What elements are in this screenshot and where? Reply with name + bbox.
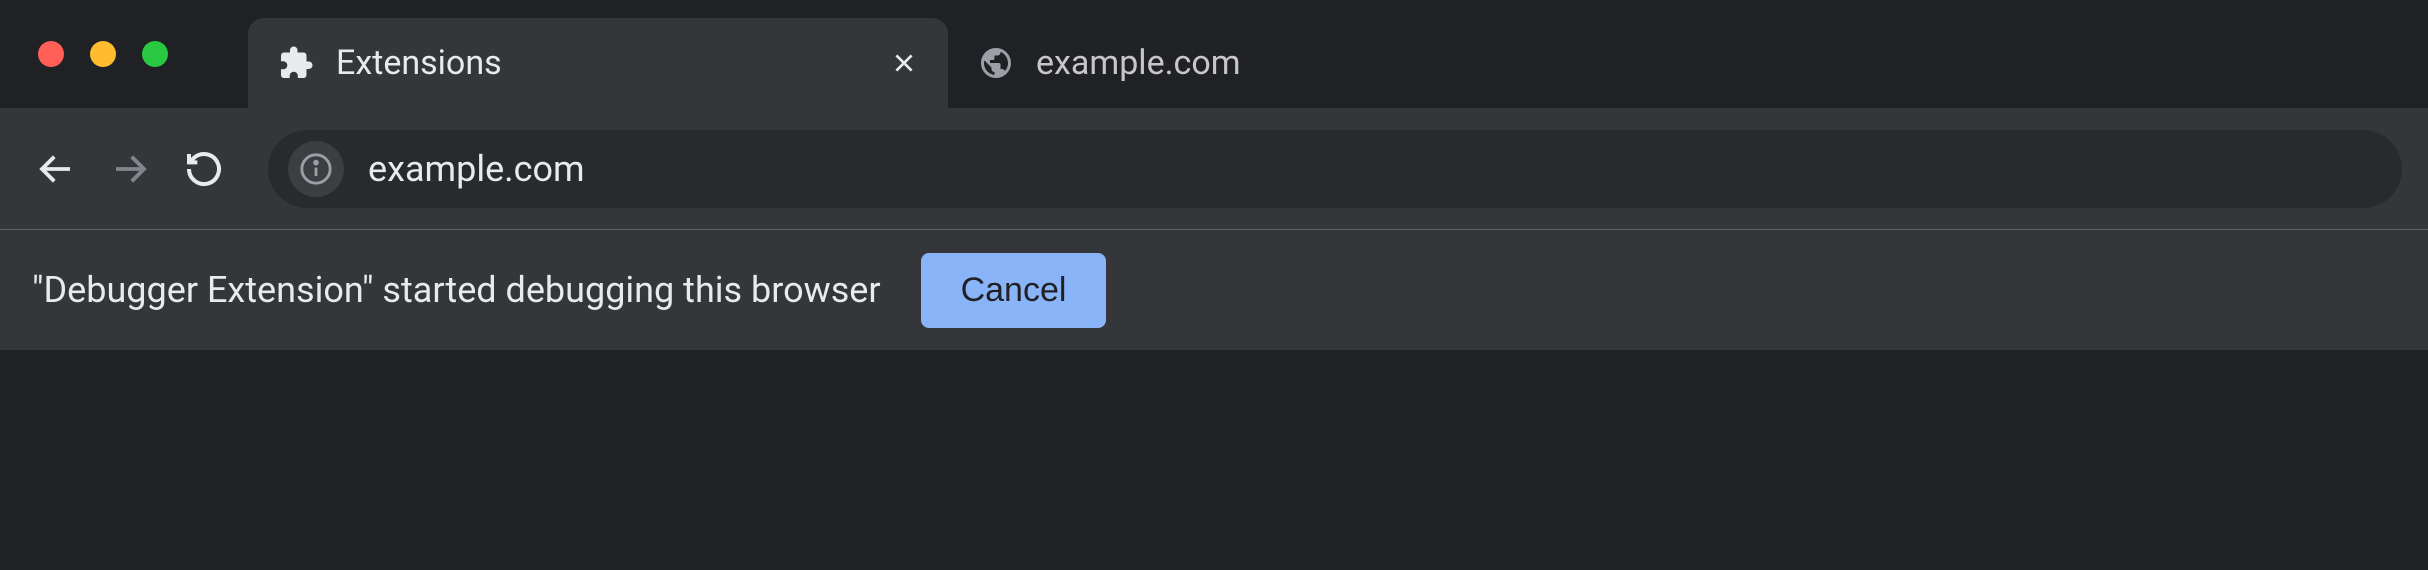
infobar-message: "Debugger Extension" started debugging t… <box>32 269 881 311</box>
tab-example[interactable]: example.com <box>948 18 1271 108</box>
cancel-button[interactable]: Cancel <box>921 253 1107 328</box>
site-info-icon[interactable] <box>288 141 344 197</box>
address-bar[interactable]: example.com <box>268 130 2402 208</box>
extension-icon <box>278 45 314 81</box>
tab-strip: Extensions example.com <box>0 0 2428 108</box>
window-maximize-button[interactable] <box>142 41 168 67</box>
tabs-container: Extensions example.com <box>248 0 1271 108</box>
window-minimize-button[interactable] <box>90 41 116 67</box>
reload-button[interactable] <box>174 139 234 199</box>
window-controls <box>38 41 168 67</box>
globe-icon <box>978 45 1014 81</box>
tab-close-button[interactable] <box>890 49 918 77</box>
debugger-infobar: "Debugger Extension" started debugging t… <box>0 230 2428 350</box>
back-button[interactable] <box>26 139 86 199</box>
window-close-button[interactable] <box>38 41 64 67</box>
tab-extensions[interactable]: Extensions <box>248 18 948 108</box>
url-text: example.com <box>368 148 585 190</box>
tab-title: example.com <box>1036 43 1241 83</box>
tab-title: Extensions <box>336 43 868 83</box>
toolbar: example.com <box>0 108 2428 230</box>
forward-button[interactable] <box>100 139 160 199</box>
